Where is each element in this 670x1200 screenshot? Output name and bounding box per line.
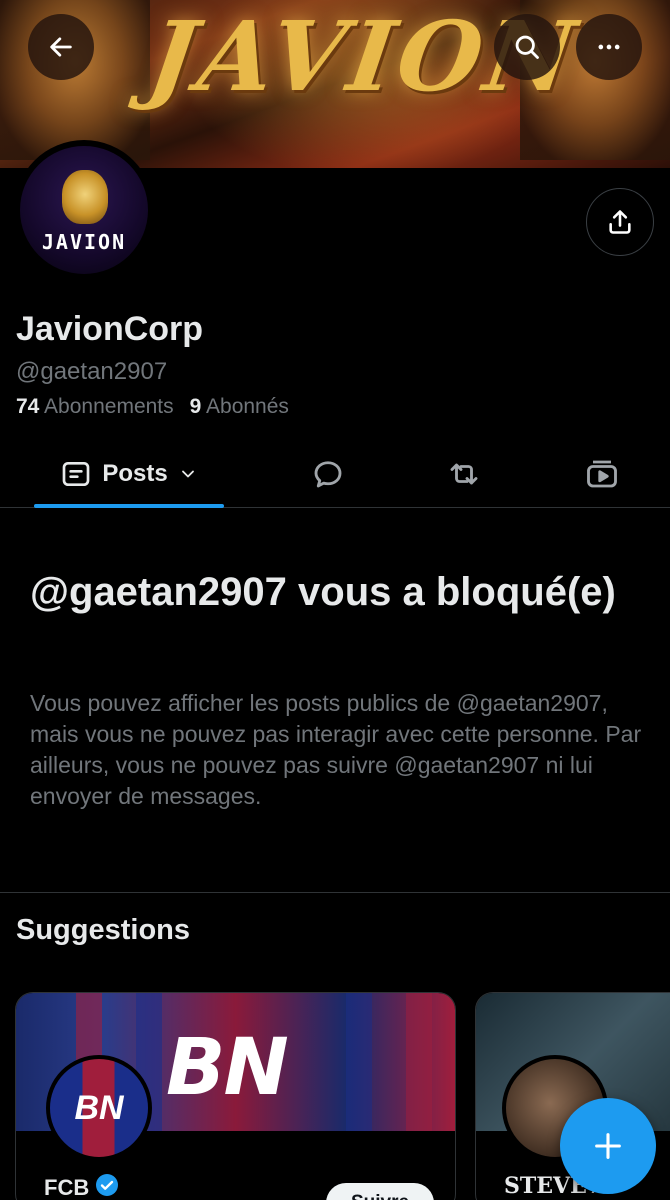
tab-reposts[interactable]	[442, 452, 486, 496]
follow-stats: 74 Abonnements 9 Abonnés	[16, 395, 289, 419]
suggestion-avatar[interactable]: BN	[46, 1055, 152, 1161]
avatar-image: JAVION	[20, 146, 148, 274]
chevron-down-icon[interactable]	[178, 464, 198, 484]
followers-label: Abonnés	[206, 395, 289, 418]
plus-icon	[595, 1133, 621, 1159]
followers-link[interactable]: 9 Abonnés	[190, 395, 289, 418]
profile-tabs: Posts	[0, 440, 670, 508]
followers-count: 9	[189, 395, 202, 418]
suggestion-card[interactable]: BN BN FCB Suivre	[15, 992, 456, 1200]
media-icon	[587, 460, 617, 488]
tab-posts[interactable]: Posts	[34, 440, 224, 508]
more-options-button[interactable]	[576, 14, 642, 80]
blocked-description: Vous pouvez afficher les posts publics d…	[30, 690, 642, 809]
following-link[interactable]: 74 Abonnements	[16, 395, 174, 418]
more-horizontal-icon	[598, 44, 620, 50]
banner-logo-text: BN	[166, 1023, 289, 1113]
replies-icon	[314, 461, 342, 488]
share-icon	[609, 210, 631, 234]
posts-icon	[62, 462, 90, 486]
tab-media[interactable]	[580, 452, 624, 496]
blocked-title: @gaetan2907 vous a bloqué(e)	[30, 570, 616, 614]
avatar-logo-text: BN	[74, 1088, 124, 1127]
suggestions-title: Suggestions	[16, 914, 191, 946]
follow-button[interactable]: Suivre	[326, 1183, 434, 1200]
search-button[interactable]	[494, 14, 560, 80]
active-tab-indicator	[34, 504, 224, 508]
section-divider	[0, 892, 670, 893]
compose-post-button[interactable]	[560, 1098, 656, 1194]
reposts-icon	[450, 463, 478, 485]
arrow-left-icon	[50, 37, 72, 57]
suggestion-name[interactable]: FCB	[44, 1173, 119, 1200]
share-button[interactable]	[586, 188, 654, 256]
tab-replies[interactable]	[306, 452, 350, 496]
lion-logo-icon	[62, 170, 108, 224]
profile-avatar[interactable]: JAVION	[14, 140, 154, 280]
verified-badge-icon	[95, 1173, 119, 1200]
back-button[interactable]	[28, 14, 94, 80]
tab-posts-label: Posts	[102, 460, 168, 487]
suggestion-name-text: FCB	[44, 1175, 90, 1200]
avatar-logo-text: JAVION	[41, 230, 127, 254]
profile-handle: @gaetan2907	[16, 358, 168, 385]
display-name: JavionCorp	[16, 310, 204, 348]
following-label: Abonnements	[44, 395, 174, 418]
following-count: 74	[16, 395, 40, 418]
search-icon	[515, 35, 539, 59]
